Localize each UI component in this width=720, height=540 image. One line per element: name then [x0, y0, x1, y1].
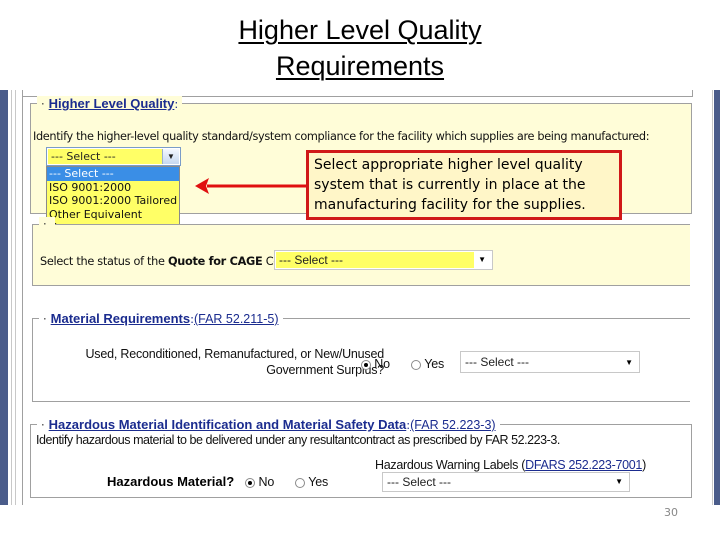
- legend-colon: :: [174, 97, 179, 111]
- higher-level-quality-link[interactable]: Higher Level Quality: [49, 96, 175, 111]
- far-52-223-3-link[interactable]: (FAR 52.223-3): [410, 418, 495, 432]
- option-iso-9001-2000[interactable]: ISO 9001:2000: [47, 181, 179, 195]
- select-value: --- Select ---: [465, 355, 529, 369]
- section-legend: · Higher Level Quality:: [37, 96, 183, 111]
- far-52-211-5-link[interactable]: (FAR 52.211-5): [194, 312, 279, 326]
- chevron-down-icon: ▼: [625, 358, 633, 367]
- chevron-down-icon: ▼: [478, 255, 486, 264]
- higher-level-quality-prompt: Identify the higher-level quality standa…: [33, 130, 650, 143]
- quote-label-prefix: Select the status of the: [40, 255, 168, 268]
- option-select[interactable]: --- Select ---: [47, 167, 179, 181]
- hazardous-question: Hazardous Material?: [107, 474, 235, 489]
- section-legend: · Hazardous Material Identification and M…: [37, 417, 500, 432]
- radio-no-button[interactable]: [245, 477, 256, 488]
- section-legend: ·: [39, 217, 55, 231]
- callout-box: Select appropriate higher level quality …: [306, 150, 622, 220]
- material-question: Used, Reconditioned, Remanufactured, or …: [85, 346, 384, 378]
- option-iso-9001-2000-tailored[interactable]: ISO 9001:2000 Tailored: [47, 194, 179, 208]
- dfars-252-223-7001-link[interactable]: DFARS 252.223-7001: [525, 458, 642, 472]
- radio-no-label: No: [374, 357, 390, 371]
- radio-yes-button[interactable]: [411, 359, 422, 370]
- warning-label-text: Hazardous Warning Labels (: [375, 458, 526, 472]
- slide-title-line1: Higher Level Quality: [238, 15, 482, 45]
- dropdown-button[interactable]: ▼: [162, 149, 179, 164]
- radio-no-button[interactable]: [361, 359, 371, 370]
- select-value: --- Select ---: [387, 475, 451, 489]
- warning-label-close: ): [642, 458, 646, 472]
- quote-label-bold: Quote for CAGE: [168, 255, 263, 268]
- radio-yes[interactable]: Yes: [295, 475, 328, 489]
- select-value: --- Select ---: [279, 253, 343, 267]
- section-legend: · Material Requirements:(FAR 52.211-5): [39, 311, 283, 326]
- left-divider: [11, 90, 12, 505]
- question-line1: Used, Reconditioned, Remanufactured, or …: [85, 347, 384, 361]
- higher-level-quality-select[interactable]: --- Select --- ▼: [46, 147, 181, 166]
- chevron-down-icon: ▼: [615, 477, 623, 486]
- arrow-left-icon: [195, 178, 209, 194]
- hazardous-description: Identify hazardous material to be delive…: [36, 433, 560, 447]
- option-other-equivalent[interactable]: Other Equivalent: [47, 208, 179, 222]
- material-radio-group: No Yes: [361, 357, 444, 371]
- hazardous-warning-labels-select[interactable]: --- Select --- ▼: [382, 472, 630, 492]
- radio-yes[interactable]: Yes: [411, 357, 444, 371]
- slide-title-line2: Requirements: [275, 51, 445, 81]
- radio-yes-label: Yes: [308, 475, 329, 489]
- left-divider: [15, 90, 16, 505]
- callout-text: Select appropriate higher level quality …: [314, 157, 586, 213]
- radio-no[interactable]: No: [361, 357, 390, 371]
- quote-status-select[interactable]: --- Select --- ▼: [274, 250, 493, 270]
- slide-title: Higher Level Quality Requirements: [0, 12, 720, 84]
- question-line2: Government Surplus?: [266, 363, 384, 377]
- hazardous-material-link[interactable]: Hazardous Material Identification and Ma…: [49, 417, 407, 432]
- select-value: --- Select ---: [51, 150, 116, 163]
- material-requirements-link[interactable]: Material Requirements: [51, 311, 190, 326]
- radio-no[interactable]: No: [245, 475, 274, 489]
- left-side-bar: [0, 90, 8, 505]
- radio-yes-button[interactable]: [295, 477, 306, 488]
- right-divider: [712, 90, 713, 505]
- material-requirements-select[interactable]: --- Select --- ▼: [460, 351, 640, 373]
- hazardous-question-row: Hazardous Material? No Yes: [107, 471, 328, 490]
- chevron-down-icon: ▼: [167, 152, 175, 161]
- radio-no-label: No: [258, 475, 275, 489]
- callout-arrow: [195, 178, 307, 194]
- quote-status-label: Select the status of the Quote for CAGE …: [40, 255, 297, 268]
- page-number: 30: [664, 506, 678, 519]
- hazardous-warning-labels: Hazardous Warning Labels (DFARS 252.223-…: [375, 458, 646, 472]
- radio-yes-label: Yes: [424, 357, 445, 371]
- right-side-bar: [714, 90, 720, 505]
